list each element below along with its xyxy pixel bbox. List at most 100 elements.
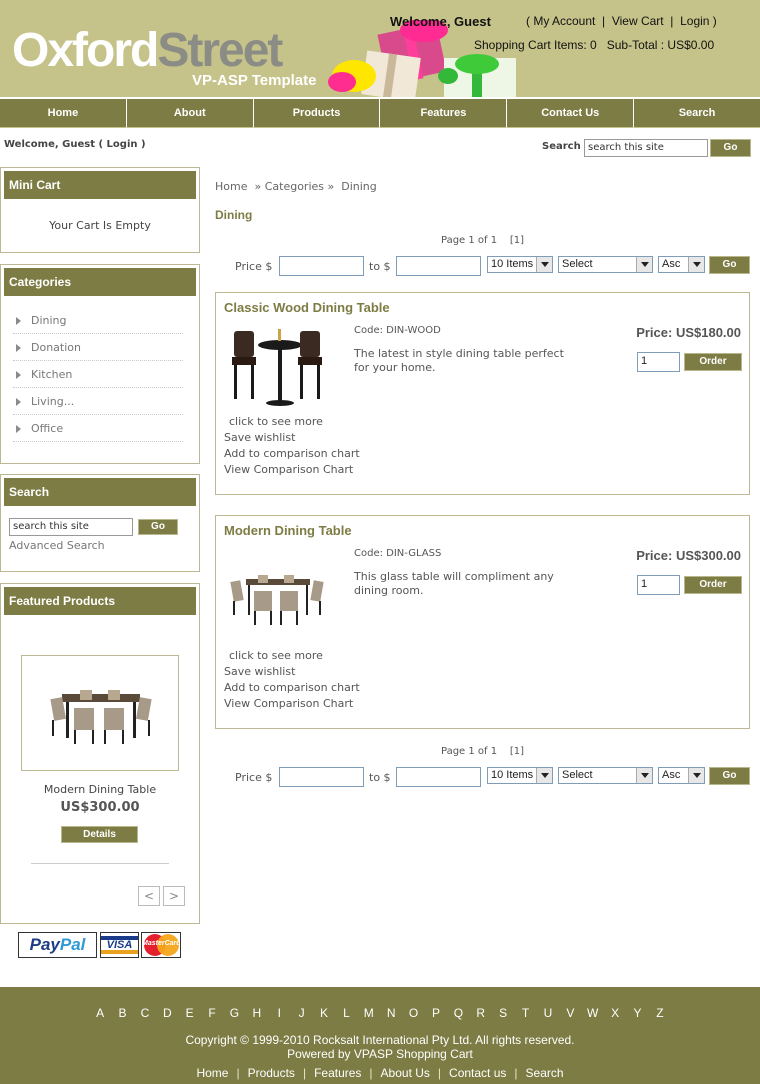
see-more-link[interactable]: click to see more: [229, 649, 323, 662]
my-account-link[interactable]: ( My Account: [526, 14, 595, 28]
alphabet-letter-x[interactable]: X: [604, 1006, 626, 1020]
view-cart-link[interactable]: View Cart: [612, 14, 664, 28]
alphabet-letter-w[interactable]: W: [582, 1006, 604, 1020]
mini-cart-title: Mini Cart: [4, 171, 196, 199]
product-name[interactable]: Classic Wood Dining Table: [224, 300, 390, 315]
product-name[interactable]: Modern Dining Table: [224, 523, 352, 538]
login-link[interactable]: Login ): [680, 14, 717, 28]
alphabet-letter-j[interactable]: J: [290, 1006, 312, 1020]
footer-link-products[interactable]: Products: [248, 1066, 295, 1080]
price-filter-go-button[interactable]: Go: [709, 767, 750, 785]
alphabet-letter-q[interactable]: Q: [447, 1006, 469, 1020]
add-comparison-link[interactable]: Add to comparison chart: [224, 447, 360, 460]
price-from-input[interactable]: [279, 256, 364, 276]
alphabet-letter-a[interactable]: A: [89, 1006, 111, 1020]
footer-link-contact-us[interactable]: Contact us: [449, 1066, 506, 1080]
alphabet-letter-p[interactable]: P: [425, 1006, 447, 1020]
sort-order-select[interactable]: Asc: [658, 767, 705, 784]
category-item-kitchen[interactable]: Kitchen: [13, 361, 183, 388]
nav-contact-us[interactable]: Contact Us: [507, 99, 635, 128]
alphabet-letter-i[interactable]: I: [268, 1006, 290, 1020]
order-button[interactable]: Order: [684, 576, 742, 594]
featured-prev-button[interactable]: <: [138, 886, 160, 906]
category-item-dining[interactable]: Dining: [13, 307, 183, 334]
quantity-input[interactable]: 1: [637, 352, 680, 372]
alphabet-letter-y[interactable]: Y: [626, 1006, 648, 1020]
paypal-text-pay: Pay: [29, 935, 60, 954]
nav-search[interactable]: Search: [634, 99, 760, 128]
welcome-login-text[interactable]: Welcome, Guest ( Login ): [4, 139, 146, 150]
paypal-text-pal: Pal: [59, 935, 86, 954]
category-item-office[interactable]: Office: [13, 415, 183, 442]
order-button[interactable]: Order: [684, 353, 742, 371]
featured-product-name[interactable]: Modern Dining Table: [1, 783, 199, 796]
nav-features[interactable]: Features: [380, 99, 508, 128]
sort-order-select[interactable]: Asc: [658, 256, 705, 273]
alphabet-letter-r[interactable]: R: [470, 1006, 492, 1020]
nav-products[interactable]: Products: [253, 99, 381, 128]
featured-products-box: Featured Products Modern Dining Table US…: [0, 583, 200, 924]
price-to-input[interactable]: [396, 256, 481, 276]
breadcrumb-categories[interactable]: Categories: [265, 180, 324, 193]
view-comparison-link[interactable]: View Comparison Chart: [224, 697, 353, 710]
alphabet-letter-m[interactable]: M: [358, 1006, 380, 1020]
price-from-label: Price $: [235, 771, 273, 784]
alphabet-letter-v[interactable]: V: [559, 1006, 581, 1020]
price-from-input[interactable]: [279, 767, 364, 787]
see-more-link[interactable]: click to see more: [229, 415, 323, 428]
view-comparison-link[interactable]: View Comparison Chart: [224, 463, 353, 476]
footer-link-search[interactable]: Search: [526, 1066, 564, 1080]
quantity-input[interactable]: 1: [637, 575, 680, 595]
alphabet-letter-u[interactable]: U: [537, 1006, 559, 1020]
sidebar-search-go-button[interactable]: Go: [138, 519, 178, 535]
breadcrumb-home[interactable]: Home: [215, 180, 247, 193]
alphabet-letter-c[interactable]: C: [134, 1006, 156, 1020]
save-wishlist-link[interactable]: Save wishlist: [224, 431, 295, 444]
alphabet-letter-z[interactable]: Z: [649, 1006, 671, 1020]
sort-field-select[interactable]: Select: [558, 256, 653, 273]
page-info-top: Page 1 of 1 [1]: [441, 235, 524, 246]
alphabet-letter-o[interactable]: O: [402, 1006, 424, 1020]
top-search-input[interactable]: search this site: [584, 139, 708, 157]
alphabet-letter-h[interactable]: H: [246, 1006, 268, 1020]
sidebar-search-input[interactable]: search this site: [9, 518, 133, 536]
featured-next-button[interactable]: >: [163, 886, 185, 906]
alphabet-letter-l[interactable]: L: [335, 1006, 357, 1020]
product-image[interactable]: [226, 323, 326, 413]
footer-link-features[interactable]: Features: [314, 1066, 361, 1080]
footer-link-home[interactable]: Home: [196, 1066, 228, 1080]
items-per-page-select[interactable]: 10 Items: [487, 767, 553, 784]
breadcrumb-dining[interactable]: Dining: [341, 180, 377, 193]
alphabet-letter-s[interactable]: S: [492, 1006, 514, 1020]
category-item-living[interactable]: Living...: [13, 388, 183, 415]
powered-by-text: Powered by VPASP Shopping Cart: [287, 1047, 473, 1061]
product-image[interactable]: [226, 561, 326, 651]
top-search-go-button[interactable]: Go: [710, 139, 751, 157]
product-card: Classic Wood Dining Table Code: DIN-WOOD…: [215, 292, 750, 495]
footer-link-separator: |: [369, 1066, 373, 1080]
nav-about[interactable]: About: [126, 99, 254, 128]
alphabet-letter-e[interactable]: E: [178, 1006, 200, 1020]
save-wishlist-link[interactable]: Save wishlist: [224, 665, 295, 678]
alphabet-letter-t[interactable]: T: [514, 1006, 536, 1020]
alphabet-letter-k[interactable]: K: [313, 1006, 335, 1020]
footer-link-separator: |: [437, 1066, 442, 1080]
alphabet-letter-g[interactable]: G: [223, 1006, 245, 1020]
alphabet-letter-d[interactable]: D: [156, 1006, 178, 1020]
site-logo[interactable]: OxfordStreet: [12, 26, 283, 76]
advanced-search-link[interactable]: Advanced Search: [9, 539, 105, 552]
price-to-input[interactable]: [396, 767, 481, 787]
footer-link-about-us[interactable]: About Us: [381, 1066, 430, 1080]
featured-details-button[interactable]: Details: [61, 826, 138, 843]
sort-field-value: Select: [562, 769, 593, 781]
category-item-donation[interactable]: Donation: [13, 334, 183, 361]
add-comparison-link[interactable]: Add to comparison chart: [224, 681, 360, 694]
alphabet-letter-b[interactable]: B: [111, 1006, 133, 1020]
alphabet-letter-f[interactable]: F: [201, 1006, 223, 1020]
nav-home[interactable]: Home: [0, 99, 127, 128]
featured-product-image[interactable]: [21, 655, 179, 771]
alphabet-letter-n[interactable]: N: [380, 1006, 402, 1020]
sort-field-select[interactable]: Select: [558, 767, 653, 784]
items-per-page-select[interactable]: 10 Items: [487, 256, 553, 273]
price-filter-go-button[interactable]: Go: [709, 256, 750, 274]
